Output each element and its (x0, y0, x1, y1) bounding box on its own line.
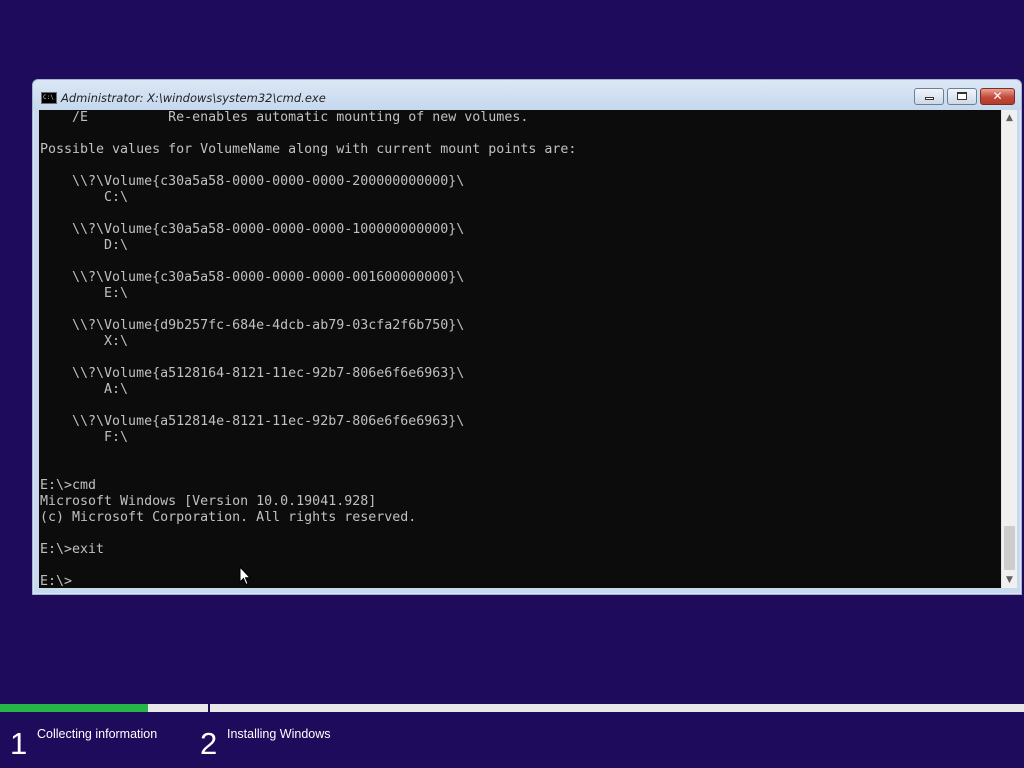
console-line: \\?\Volume{c30a5a58-0000-0000-0000-20000… (40, 174, 465, 189)
cmd-window[interactable]: C:\ Administrator: X:\windows\system32\c… (32, 79, 1022, 595)
console-line: E:\ (40, 286, 129, 301)
console-line: D:\ (40, 238, 129, 253)
console-line: A:\ (40, 382, 129, 397)
mouse-pointer-icon (239, 566, 251, 586)
console-line: E:\>cmd (40, 478, 97, 493)
setup-progress-fill (0, 704, 149, 712)
progress-step-divider (208, 700, 210, 714)
minimize-button[interactable] (914, 88, 944, 105)
title-bar[interactable]: C:\ Administrator: X:\windows\system32\c… (33, 80, 1021, 110)
console-line: E:\>exit (40, 542, 105, 557)
console-line: \\?\Volume{a5128164-8121-11ec-92b7-806e6… (40, 366, 465, 381)
scroll-thumb[interactable] (1004, 526, 1015, 570)
console-line: \\?\Volume{d9b257fc-684e-4dcb-ab79-03cfa… (40, 318, 465, 333)
console-line: X:\ (40, 334, 129, 349)
cmd-app-icon[interactable]: C:\ (41, 92, 57, 104)
console-line: \\?\Volume{c30a5a58-0000-0000-0000-10000… (40, 222, 465, 237)
scroll-down-arrow-icon[interactable]: ▼ (1002, 572, 1017, 588)
console-line: Microsoft Windows [Version 10.0.19041.92… (40, 494, 377, 509)
minimize-icon (925, 97, 934, 100)
maximize-button[interactable] (947, 88, 977, 105)
window-title: Administrator: X:\windows\system32\cmd.e… (61, 91, 326, 105)
step-1-label: Collecting information (37, 727, 158, 741)
vertical-scrollbar[interactable]: ▲ ▼ (1001, 110, 1017, 588)
setup-background: C:\ Administrator: X:\windows\system32\c… (0, 0, 1024, 768)
scroll-up-arrow-icon[interactable]: ▲ (1002, 110, 1017, 126)
step-2-label: Installing Windows (227, 727, 331, 741)
console-line: C:\ (40, 190, 129, 205)
close-button[interactable]: ✕ (980, 88, 1015, 105)
console-line: \\?\Volume{c30a5a58-0000-0000-0000-00160… (40, 270, 465, 285)
close-icon: ✕ (992, 89, 1003, 103)
console-line: E:\> (40, 574, 73, 588)
step-2-number: 2 (200, 726, 218, 761)
console-line: \\?\Volume{a512814e-8121-11ec-92b7-806e6… (40, 414, 465, 429)
console-text: /E Re-enables automatic mounting of new … (40, 110, 576, 588)
setup-progress-bar (0, 704, 1024, 712)
maximize-icon (957, 92, 967, 100)
console-line: (c) Microsoft Corporation. All rights re… (40, 510, 417, 525)
console-output[interactable]: /E Re-enables automatic mounting of new … (39, 110, 1001, 588)
console-line: /E Re-enables automatic mounting of new … (40, 110, 529, 125)
console-line: Possible values for VolumeName along wit… (40, 142, 577, 157)
console-line: F:\ (40, 430, 129, 445)
step-1-number: 1 (10, 726, 28, 761)
